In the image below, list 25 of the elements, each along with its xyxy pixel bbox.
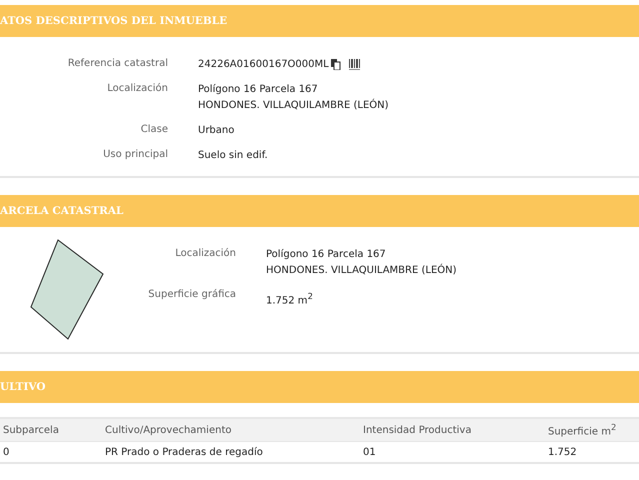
field-label: Uso principal [102,148,168,162]
column-header: Cultivo/Aprovechamiento [105,424,232,436]
field-value: 1.752 m$^{2}$ [266,290,313,308]
field-label: Superficie gráfica [147,288,236,302]
section-title: ARCELA CATASTRAL [0,205,124,217]
section-title: ULTIVO [0,381,46,393]
field-label: Localización [106,82,168,96]
field-value: Suelo sin edif. [198,149,268,163]
field-label: Localización [174,247,236,261]
field-label: Clase [140,123,168,137]
copy-icon[interactable] [330,59,341,70]
column-header: Intensidad Productiva [363,424,472,436]
field-value: Polígono 16 Parcela 167 HONDONES. VILLAQUILAMBRE (LEÓN) [266,248,457,278]
table-cell-text: 01 [363,446,377,458]
field-value: Polígono 16 Parcela 167 HONDONES. VILLAQUILAMBRE (LEÓN) [198,83,389,113]
field-value: Urbano [198,124,234,138]
column-header: Subparcela [3,424,60,436]
table-cell-text: PR Prado o Praderas de regadío [105,446,264,458]
table-cell-text: 1.752 [548,446,578,458]
section-title: ATOS DESCRIPTIVOS DEL INMUEBLE [0,15,228,27]
field-value: 24226A01600167O000ML [198,58,329,72]
barcode-icon[interactable] [348,59,360,70]
table-cell-text: 0 [3,446,10,458]
column-header: Superficie m$^{2}$ [548,422,618,438]
field-label: Referencia catastral [66,57,168,71]
